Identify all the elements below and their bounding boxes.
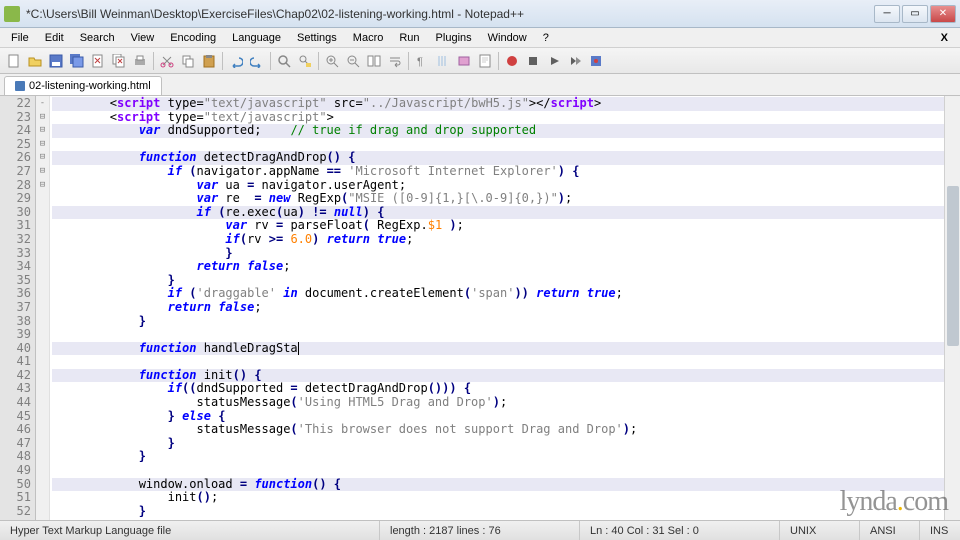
play-multi-icon[interactable] [565,51,585,71]
tab-label: 02-listening-working.html [29,80,151,92]
copy-icon[interactable] [178,51,198,71]
close-all-icon[interactable] [109,51,129,71]
find-icon[interactable] [274,51,294,71]
play-macro-icon[interactable] [544,51,564,71]
status-eol: UNIX [780,521,860,540]
code-editor[interactable]: <script type="text/javascript" src="../J… [50,96,944,520]
menu-run[interactable]: Run [392,30,426,46]
menu-language[interactable]: Language [225,30,288,46]
toolbar-separator [408,52,409,70]
show-chars-icon[interactable]: ¶ [412,51,432,71]
menu-plugins[interactable]: Plugins [429,30,479,46]
cut-icon[interactable] [157,51,177,71]
editor-area: 2223242526272829303132333435363738394041… [0,96,960,520]
vertical-scrollbar[interactable] [944,96,960,520]
line-number-gutter: 2223242526272829303132333435363738394041… [0,96,36,520]
doc-map-icon[interactable] [475,51,495,71]
status-encoding: ANSI [860,521,920,540]
undo-icon[interactable] [226,51,246,71]
redo-icon[interactable] [247,51,267,71]
menu-file[interactable]: File [4,30,36,46]
save-macro-icon[interactable] [586,51,606,71]
menu-view[interactable]: View [124,30,162,46]
svg-text:¶: ¶ [417,56,423,68]
app-icon [4,6,20,22]
menu-encoding[interactable]: Encoding [163,30,223,46]
wrap-icon[interactable] [385,51,405,71]
indent-guide-icon[interactable] [433,51,453,71]
window-title: *C:\Users\Bill Weinman\Desktop\ExerciseF… [26,7,874,21]
replace-icon[interactable] [295,51,315,71]
status-filetype: Hyper Text Markup Language file [0,521,380,540]
status-position: Ln : 40 Col : 31 Sel : 0 [580,521,780,540]
close-button[interactable]: ✕ [930,5,956,23]
tab-file[interactable]: 02-listening-working.html [4,76,162,95]
open-file-icon[interactable] [25,51,45,71]
window-buttons: ─ ▭ ✕ [874,5,956,23]
save-all-icon[interactable] [67,51,87,71]
new-file-icon[interactable] [4,51,24,71]
maximize-button[interactable]: ▭ [902,5,928,23]
menu-search[interactable]: Search [73,30,122,46]
user-lang-icon[interactable] [454,51,474,71]
status-bar: Hyper Text Markup Language file length :… [0,520,960,540]
fold-column[interactable]: -⊟⊟⊟⊟⊟⊟ [36,96,50,520]
toolbar-separator [498,52,499,70]
sync-scroll-icon[interactable] [364,51,384,71]
paste-icon[interactable] [199,51,219,71]
menu-settings[interactable]: Settings [290,30,344,46]
status-length: length : 2187 lines : 76 [380,521,580,540]
scroll-thumb[interactable] [947,186,959,346]
toolbar-separator [153,52,154,70]
title-bar: *C:\Users\Bill Weinman\Desktop\ExerciseF… [0,0,960,28]
menu-bar: File Edit Search View Encoding Language … [0,28,960,48]
stop-macro-icon[interactable] [523,51,543,71]
file-icon [15,81,25,91]
toolbar-separator [318,52,319,70]
minimize-button[interactable]: ─ [874,5,900,23]
print-icon[interactable] [130,51,150,71]
save-icon[interactable] [46,51,66,71]
toolbar-separator [222,52,223,70]
record-macro-icon[interactable] [502,51,522,71]
close-file-icon[interactable] [88,51,108,71]
menu-macro[interactable]: Macro [346,30,391,46]
menu-window[interactable]: Window [481,30,534,46]
zoom-in-icon[interactable] [322,51,342,71]
menu-help[interactable]: ? [536,30,556,46]
toolbar-separator [270,52,271,70]
tab-bar: 02-listening-working.html [0,74,960,96]
menu-edit[interactable]: Edit [38,30,71,46]
toolbar: ¶ [0,48,960,74]
zoom-out-icon[interactable] [343,51,363,71]
menu-close-doc[interactable]: X [933,30,956,46]
status-mode: INS [920,521,960,540]
